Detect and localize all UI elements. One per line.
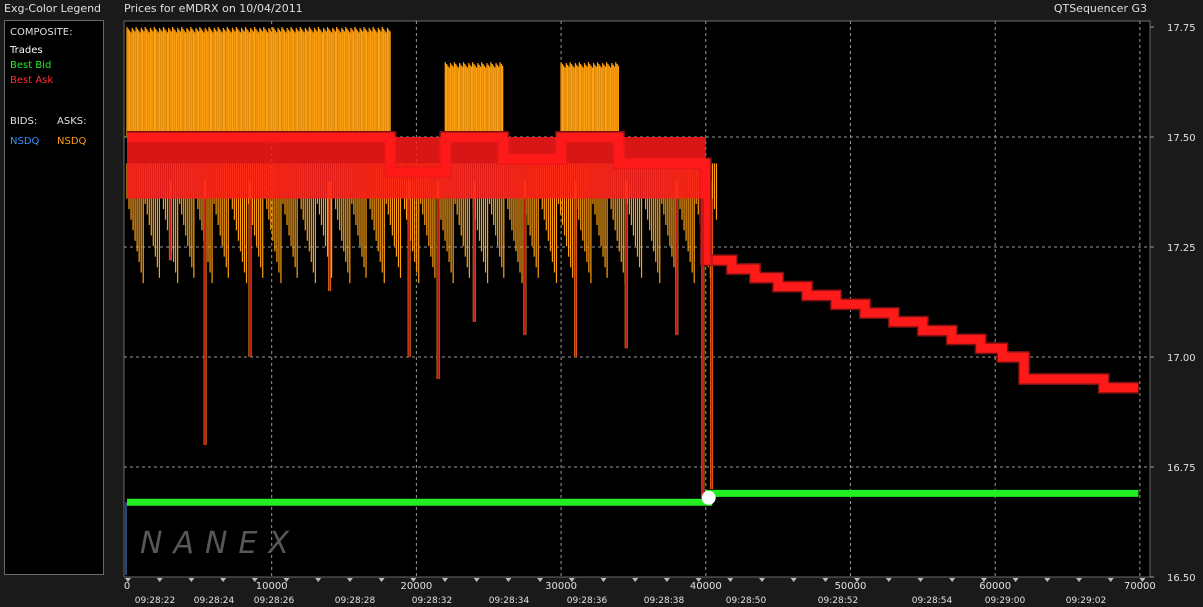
x-time-label: 09:29:02: [1066, 596, 1106, 606]
x-tick-label: 0: [124, 581, 130, 592]
axis-marker: [188, 578, 195, 582]
axis-marker: [346, 578, 353, 582]
x-time-label: 09:28:38: [644, 596, 685, 606]
axis-marker: [1076, 578, 1082, 582]
axis-marker: [1107, 578, 1114, 582]
x-time-label: 09:28:28: [335, 596, 376, 606]
y-tick-label: 17.75: [1167, 23, 1196, 34]
axis-marker: [315, 578, 322, 582]
axis-marker: [473, 578, 480, 582]
x-time-label: 09:28:50: [726, 596, 767, 606]
axis-marker: [442, 578, 448, 582]
x-time-label: 09:28:52: [818, 596, 858, 606]
y-tick-label: 17.50: [1167, 133, 1196, 144]
x-tick-label: 40000: [690, 581, 722, 592]
price-chart[interactable]: 17.75 17.50 17.25 17.00 16.75 16.50 0 10000 2000…: [0, 0, 1203, 607]
axis-marker: [949, 578, 956, 582]
axis-marker: [156, 578, 163, 582]
axis-marker: [663, 578, 670, 582]
axis-marker: [537, 578, 544, 582]
axis-marker: [822, 578, 829, 582]
x-tick-label: 50000: [835, 581, 867, 592]
x-tick-label: 30000: [545, 581, 577, 592]
x-tick-label: 60000: [979, 581, 1011, 592]
axis-marker: [220, 578, 227, 582]
y-tick-label: 17.00: [1167, 353, 1196, 364]
axis-marker: [1012, 578, 1019, 582]
axis-marker: [885, 578, 892, 582]
axis-marker: [505, 578, 512, 582]
y-tick-label: 16.50: [1167, 573, 1196, 584]
x-time-label: 09:28:26: [254, 596, 295, 606]
x-time-label: 09:28:34: [489, 596, 530, 606]
y-tick-label: 17.25: [1167, 243, 1196, 254]
axis-marker: [600, 578, 607, 582]
axis-marker: [790, 578, 797, 582]
x-time-label: 09:28:54: [912, 596, 953, 606]
axis-marker: [632, 578, 639, 582]
axis-marker: [378, 578, 385, 582]
x-tick-label: 10000: [256, 581, 288, 592]
axis-marker: [917, 578, 924, 582]
x-tick-label: 20000: [400, 581, 432, 592]
x-time-label: 09:29:00: [985, 596, 1026, 606]
x-time-label: 09:28:36: [567, 596, 608, 606]
best-ask-band: [127, 137, 706, 199]
axis-marker: [1044, 578, 1051, 582]
x-tick-label: 70000: [1124, 581, 1156, 592]
cursor-marker: [701, 490, 716, 505]
axis-marker: [727, 578, 734, 582]
nanex-watermark: NANEX: [140, 526, 300, 561]
y-tick-label: 16.75: [1167, 463, 1196, 474]
axis-marker: [759, 578, 765, 582]
x-time-label: 09:28:22: [135, 596, 175, 606]
x-time-label: 09:28:32: [412, 596, 452, 606]
x-time-label: 09:28:24: [194, 596, 235, 606]
